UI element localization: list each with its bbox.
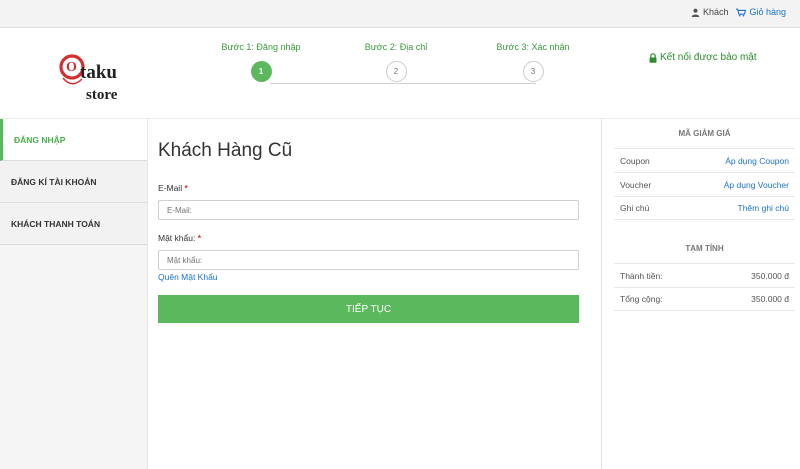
order-panel: MÃ GIẢM GIÁ Coupon Áp dụng Coupon Vouche… <box>601 119 800 469</box>
logo-line1: taku <box>80 62 117 83</box>
summary-row-total: Tổng cộng: 350.000 đ <box>614 287 795 311</box>
guest-link[interactable]: Khách <box>691 7 729 17</box>
note-key: Ghi chú <box>620 203 650 213</box>
otaku-store-logo[interactable]: O taku store <box>58 49 130 107</box>
sidebar-item-register[interactable]: ĐĂNG KÍ TÀI KHOẢN <box>0 161 147 203</box>
guest-label: Khách <box>702 7 729 17</box>
step-2-label: Bước 2: Địa chỉ <box>364 42 428 52</box>
email-input[interactable] <box>158 200 579 220</box>
user-icon <box>691 8 700 17</box>
step-1-label: Bước 1: Đăng nhập <box>221 42 301 52</box>
cart-label: Giỏ hàng <box>749 7 786 17</box>
summary-row-subtotal: Thành tiền: 350.000 đ <box>614 263 795 287</box>
step-2: Bước 2: Địa chỉ 2 <box>331 42 461 82</box>
discount-row-voucher: Voucher Áp dụng Voucher <box>614 172 795 196</box>
password-label: Mật khẩu: * <box>158 233 201 243</box>
discount-row-coupon: Coupon Áp dụng Coupon <box>614 148 795 172</box>
logo-line2: store <box>86 87 118 103</box>
step-3: Bước 3: Xác nhận 3 <box>468 42 598 82</box>
summary-title: TẠM TÍNH <box>685 244 724 253</box>
lock-icon <box>649 52 657 63</box>
checkout-steps: Bước 1: Đăng nhập 1 Bước 2: Địa chỉ 2 Bư… <box>215 42 585 102</box>
voucher-key: Voucher <box>620 179 652 190</box>
apply-voucher-link[interactable]: Áp dụng Voucher <box>724 180 789 190</box>
apply-coupon-link[interactable]: Áp dụng Coupon <box>725 156 789 166</box>
sidebar: ĐĂNG NHẬP ĐĂNG KÍ TÀI KHOẢN KHÁCH THANH … <box>0 119 148 469</box>
email-label-text: E-Mail <box>158 183 183 193</box>
password-label-text: Mật khẩu: <box>158 233 196 243</box>
coupon-key: Coupon <box>620 155 650 166</box>
sidebar-item-guest-checkout[interactable]: KHÁCH THANH TOÁN <box>0 203 147 245</box>
cart-icon <box>736 8 747 16</box>
continue-button[interactable]: TIẾP TỤC <box>158 295 579 323</box>
total-key: Tổng cộng: <box>620 294 663 304</box>
step-connector <box>270 83 536 84</box>
step-3-label: Bước 3: Xác nhận <box>496 42 570 52</box>
password-input[interactable] <box>158 250 579 270</box>
sidebar-item-login[interactable]: ĐĂNG NHẬP <box>0 119 147 161</box>
top-bar: Khách Giỏ hàng <box>0 0 800 28</box>
logo-initial: O <box>66 60 77 75</box>
email-label: E-Mail * <box>158 183 188 193</box>
page-title: Khách Hàng Cũ <box>158 140 293 161</box>
step-2-circle: 2 <box>385 61 407 82</box>
login-form: Khách Hàng Cũ E-Mail * Mật khẩu: * Quên … <box>148 119 601 469</box>
add-note-link[interactable]: Thêm ghi chú <box>738 203 790 213</box>
header: O taku store Bước 1: Đăng nhập 1 Bước 2:… <box>0 28 800 119</box>
top-links: Khách Giỏ hàng <box>691 7 786 17</box>
discount-row-note: Ghi chú Thêm ghi chú <box>614 196 795 220</box>
step-1-circle: 1 <box>250 61 272 82</box>
subtotal-value: 350.000 đ <box>751 270 789 281</box>
step-3-circle: 3 <box>522 61 544 82</box>
discount-title: MÃ GIẢM GIÁ <box>678 129 731 138</box>
forgot-password-link[interactable]: Quên Mật Khẩu <box>158 272 218 282</box>
password-required-mark: * <box>197 233 202 243</box>
cart-link[interactable]: Giỏ hàng <box>736 7 786 17</box>
subtotal-key: Thành tiền: <box>620 270 663 281</box>
total-value: 350.000 đ <box>751 294 789 304</box>
secure-connection: Kết nối được bảo mật <box>649 52 757 63</box>
step-1: Bước 1: Đăng nhập 1 <box>196 42 326 82</box>
secure-label: Kết nối được bảo mật <box>660 52 757 63</box>
email-required-mark: * <box>184 183 188 193</box>
